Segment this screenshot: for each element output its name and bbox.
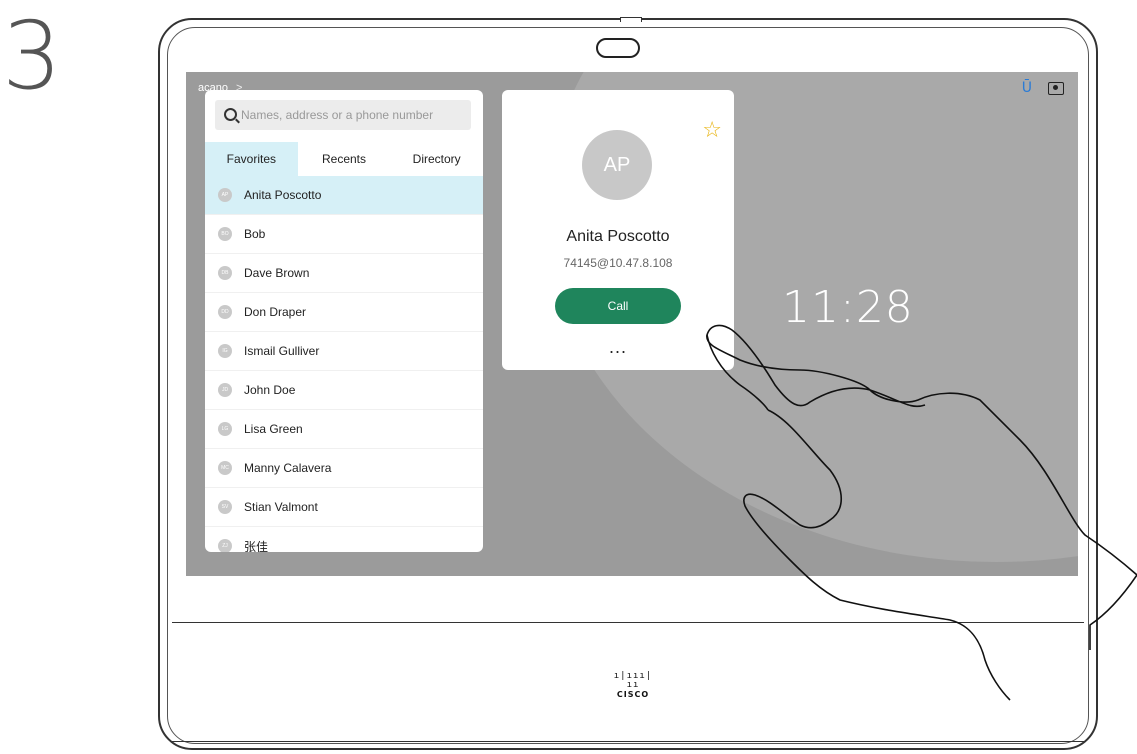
step-number: 3 bbox=[2, 2, 62, 111]
device-top-notch bbox=[620, 17, 642, 22]
list-item[interactable]: JD John Doe bbox=[205, 371, 483, 410]
avatar: JD bbox=[218, 383, 232, 397]
list-item[interactable]: MC Manny Calavera bbox=[205, 449, 483, 488]
contact-list: AP Anita Poscotto BO Bob DB Dave Brown DD Don D… bbox=[205, 176, 483, 552]
more-options-button[interactable]: ... bbox=[502, 338, 734, 356]
contact-name: Lisa Green bbox=[244, 422, 303, 436]
contact-name: Anita Poscotto bbox=[566, 228, 670, 245]
list-item[interactable]: BO Bob bbox=[205, 215, 483, 254]
list-item[interactable]: DB Dave Brown bbox=[205, 254, 483, 293]
contact-name: Dave Brown bbox=[244, 266, 310, 280]
search-placeholder: Names, address or a phone number bbox=[241, 108, 434, 122]
contact-name: Don Draper bbox=[244, 305, 307, 319]
avatar: LG bbox=[218, 422, 232, 436]
avatar: SV bbox=[218, 500, 232, 514]
avatar: ZJ bbox=[218, 539, 232, 552]
avatar: DB bbox=[218, 266, 232, 280]
star-icon[interactable]: ☆ bbox=[702, 118, 722, 143]
clock: 11:28 bbox=[782, 282, 914, 333]
list-item[interactable]: SV Stian Valmont bbox=[205, 488, 483, 527]
contact-name: Stian Valmont bbox=[244, 500, 318, 514]
list-item[interactable]: IG Ismail Gulliver bbox=[205, 332, 483, 371]
list-item[interactable]: AP Anita Poscotto bbox=[205, 176, 483, 215]
contact-name: Anita Poscotto bbox=[244, 188, 322, 202]
contact-name: John Doe bbox=[244, 383, 296, 397]
tab-bar: Favorites Recents Directory bbox=[205, 142, 483, 176]
avatar: BO bbox=[218, 227, 232, 241]
contact-name: Ismail Gulliver bbox=[244, 344, 320, 358]
tab-directory[interactable]: Directory bbox=[390, 142, 483, 176]
tab-recents[interactable]: Recents bbox=[298, 142, 391, 176]
contact-name: 张佳 bbox=[244, 539, 269, 553]
contact-name: Manny Calavera bbox=[244, 461, 332, 475]
touch-screen: acano > Ū 11:28 Names, address or a phone… bbox=[186, 72, 1078, 576]
call-button[interactable]: Call bbox=[555, 288, 681, 324]
status-icons: Ū bbox=[1022, 80, 1064, 96]
list-item[interactable]: LG Lisa Green bbox=[205, 410, 483, 449]
tab-favorites[interactable]: Favorites bbox=[205, 142, 298, 176]
avatar: AP bbox=[582, 130, 652, 200]
avatar: AP bbox=[218, 188, 232, 202]
contact-name: Bob bbox=[244, 227, 266, 241]
search-icon bbox=[224, 108, 237, 121]
cisco-logo: ı|ııı|ıı CISCO bbox=[613, 671, 653, 700]
selfview-icon[interactable] bbox=[1048, 81, 1064, 95]
mic-speaker-icon[interactable]: Ū bbox=[1022, 80, 1032, 96]
list-item[interactable]: ZJ 张佳 bbox=[205, 527, 483, 552]
contact-address: 74145@10.47.8.108 bbox=[563, 256, 673, 270]
search-input[interactable]: Names, address or a phone number bbox=[215, 100, 471, 130]
list-item[interactable]: DD Don Draper bbox=[205, 293, 483, 332]
contacts-panel: Names, address or a phone number Favorit… bbox=[205, 90, 483, 552]
avatar: DD bbox=[218, 305, 232, 319]
avatar: IG bbox=[218, 344, 232, 358]
camera bbox=[596, 38, 640, 58]
avatar: MC bbox=[218, 461, 232, 475]
contact-detail-card: AP ☆ Anita Poscotto 74145@10.47.8.108 Ca… bbox=[502, 90, 734, 370]
